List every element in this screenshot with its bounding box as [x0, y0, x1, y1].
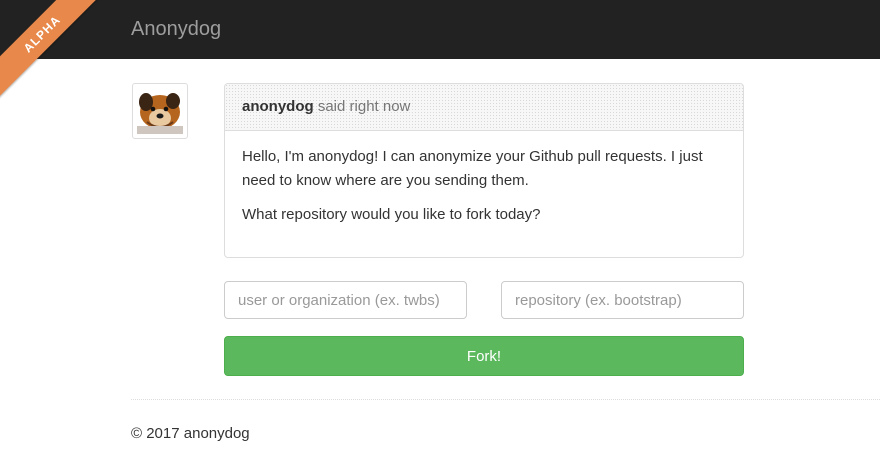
message-timestamp: said right now [317, 98, 411, 115]
brand-link[interactable]: Anonydog [131, 17, 221, 41]
message-body: Hello, I'm anonydog! I can anonymize you… [225, 131, 743, 227]
dog-avatar-icon [137, 88, 183, 134]
message-paragraph: What repository would you like to fork t… [242, 206, 541, 223]
fork-button[interactable]: Fork! [224, 336, 744, 376]
message-header: anonydog said right now [225, 84, 743, 131]
alpha-ribbon-container: ALPHA [0, 0, 130, 110]
message-paragraph: Hello, I'm anonydog! I can anonymize you… [242, 148, 703, 189]
message-panel: anonydog said right now Hello, I'm anony… [224, 83, 744, 258]
alpha-ribbon: ALPHA [0, 0, 109, 101]
navbar: Anonydog [0, 0, 880, 59]
user-organization-input[interactable] [224, 281, 467, 319]
footer-divider [131, 399, 880, 400]
avatar [132, 83, 188, 139]
footer-copyright: © 2017 anonydog [131, 425, 250, 442]
repository-input[interactable] [501, 281, 744, 319]
message-author: anonydog [242, 98, 314, 115]
